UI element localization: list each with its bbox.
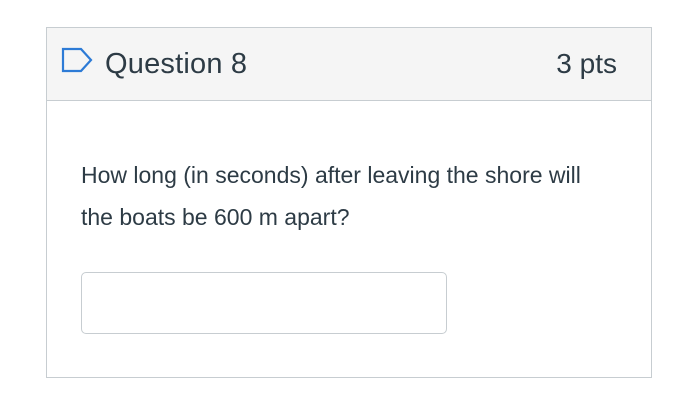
- question-title: Question 8: [105, 47, 248, 80]
- question-text: How long (in seconds) after leaving the …: [81, 162, 581, 230]
- flag-question-icon[interactable]: [61, 46, 93, 74]
- question-points: 3 pts: [556, 48, 617, 79]
- question-header: Question 8 3 pts: [47, 28, 651, 101]
- question-body: How long (in seconds) after leaving the …: [47, 101, 651, 334]
- answer-input[interactable]: [81, 272, 447, 334]
- question-card: Question 8 3 pts How long (in seconds) a…: [46, 27, 652, 378]
